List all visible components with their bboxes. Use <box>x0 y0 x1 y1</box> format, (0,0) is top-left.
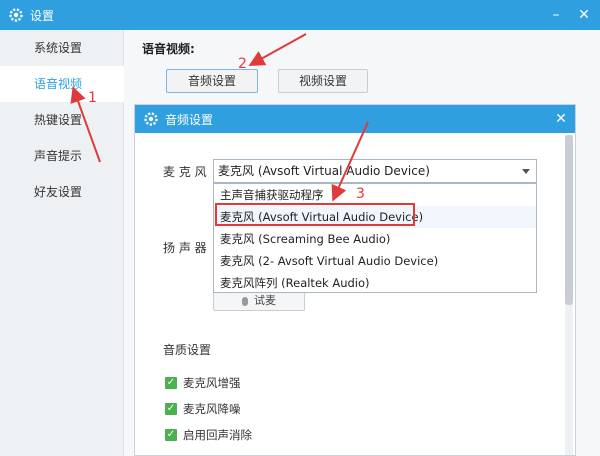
sidebar: 系统设置 语音视频 热键设置 声音提示 好友设置 <box>0 30 124 456</box>
speaker-label: 扬 声 器 <box>163 241 207 255</box>
microphone-icon <box>242 296 248 306</box>
mic-noise-checkbox[interactable]: ✓ <box>165 403 177 415</box>
microphone-dropdown-list: 主声音捕获驱动程序 麦克风 (Avsoft Virtual Audio Devi… <box>213 183 537 293</box>
microphone-select-value: 麦克风 (Avsoft Virtual Audio Device) <box>218 164 430 178</box>
scroll-thumb[interactable] <box>565 135 573 305</box>
dropdown-option[interactable]: 麦克风 (2- Avsoft Virtual Audio Device) <box>214 250 536 272</box>
dropdown-option[interactable]: 麦克风阵列 (Realtek Audio) <box>214 272 536 294</box>
annotation-step-2: 2 <box>238 56 247 72</box>
audio-settings-button[interactable]: 音频设置 <box>166 69 258 93</box>
microphone-label: 麦 克 风 <box>163 165 207 179</box>
window-title: 设置 <box>30 9 55 23</box>
video-settings-button[interactable]: 视频设置 <box>278 69 368 93</box>
sidebar-item-system[interactable]: 系统设置 <box>0 30 124 66</box>
gear-icon <box>144 112 158 126</box>
mic-boost-checkbox[interactable]: ✓ <box>165 377 177 389</box>
chevron-down-icon <box>522 169 530 174</box>
dialog-titlebar: 音频设置 ✕ <box>135 105 575 133</box>
echo-cancel-label: 启用回声消除 <box>183 428 252 442</box>
gear-icon <box>9 8 23 22</box>
microphone-select[interactable]: 麦克风 (Avsoft Virtual Audio Device) <box>213 159 537 183</box>
annotation-highlight-box <box>215 203 415 226</box>
test-mic-label: 试麦 <box>254 294 276 307</box>
dialog-title: 音频设置 <box>165 113 214 127</box>
sidebar-item-sound-alerts[interactable]: 声音提示 <box>0 138 124 174</box>
section-title: 语音视频: <box>142 42 195 56</box>
dropdown-option[interactable]: 麦克风 (Screaming Bee Audio) <box>214 228 536 250</box>
audio-settings-dialog: 音频设置 ✕ 麦 克 风 麦克风 (Avsoft Virtual Audio D… <box>134 104 576 456</box>
annotation-step-3: 3 <box>356 186 365 202</box>
minimize-button[interactable]: – <box>546 5 566 25</box>
mic-boost-label: 麦克风增强 <box>183 376 241 390</box>
sidebar-item-friends[interactable]: 好友设置 <box>0 174 124 210</box>
echo-cancel-checkbox[interactable]: ✓ <box>165 429 177 441</box>
quality-section-title: 音质设置 <box>163 343 212 357</box>
close-button[interactable]: ✕ <box>574 5 594 25</box>
test-mic-button[interactable]: 试麦 <box>213 291 305 311</box>
mic-noise-label: 麦克风降噪 <box>183 402 241 416</box>
dialog-close-button[interactable]: ✕ <box>551 109 571 129</box>
sidebar-item-hotkeys[interactable]: 热键设置 <box>0 102 124 138</box>
annotation-step-1: 1 <box>88 90 97 106</box>
sidebar-item-voice-video[interactable]: 语音视频 <box>0 66 124 102</box>
window-titlebar: 设置 – ✕ <box>0 0 600 30</box>
dialog-scrollbar[interactable] <box>565 135 573 455</box>
